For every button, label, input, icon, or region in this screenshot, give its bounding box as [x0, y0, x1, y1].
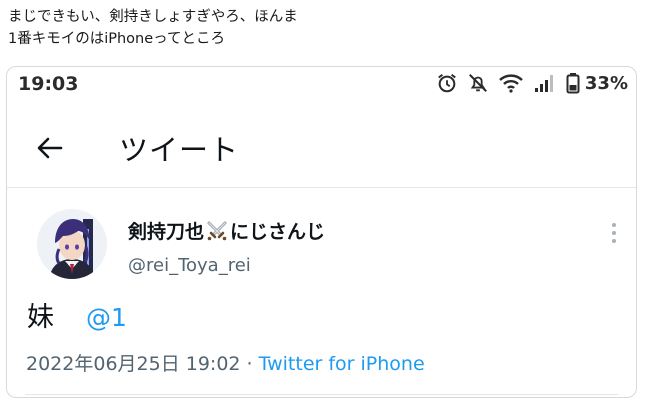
author-handle[interactable]: @rei_Toya_rei [128, 255, 251, 276]
tweet-meta: 2022年06月25日 19:02 · Twitter for iPhone [26, 349, 425, 376]
avatar-image [37, 209, 107, 279]
status-icons: 33% [436, 72, 628, 94]
caption-line-1: まじできもい、剣持きしょすぎやろ、ほんま [8, 9, 298, 25]
crossed-swords-icon [207, 221, 227, 240]
battery-icon [566, 73, 580, 94]
status-bar: 19:03 33% [7, 67, 636, 103]
tweet-text: 妹 [27, 302, 54, 333]
display-name[interactable]: 剣持刀也 [128, 217, 204, 244]
more-options-icon[interactable] [610, 221, 618, 245]
mention-link[interactable]: @1 [86, 303, 127, 332]
tweet-timestamp[interactable]: 2022年06月25日 19:02 [26, 353, 241, 375]
signal-icon [534, 75, 553, 92]
caption-line-2: 1番キモイのはiPhoneってところ [8, 31, 225, 47]
arrow-left-icon[interactable] [35, 133, 65, 163]
status-time: 19:03 [18, 73, 79, 95]
page-header: ツイート [7, 105, 636, 188]
tweet: 剣持刀也 にじさんじ @rei_Toya_rei 妹 @1 2022年06月25… [7, 189, 636, 397]
battery-percent: 33% [584, 72, 628, 94]
wifi-icon [499, 74, 523, 93]
page-title: ツイート [119, 133, 240, 167]
tweet-screenshot: 19:03 33% ツイート 剣持刀也 にじさんじ @rei_Toya_rei … [6, 66, 637, 398]
author-name-row[interactable]: 剣持刀也 にじさんじ [128, 217, 325, 244]
alarm-icon [438, 73, 456, 93]
avatar[interactable] [37, 209, 107, 279]
meta-separator: · [240, 353, 259, 375]
divider [25, 394, 618, 395]
mute-icon [468, 74, 487, 92]
display-name-suffix[interactable]: にじさんじ [230, 217, 325, 244]
post-caption: まじできもい、剣持きしょすぎやろ、ほんま 1番キモイのはiPhoneってところ [8, 6, 298, 50]
tweet-body: 妹 @1 [27, 295, 127, 334]
tweet-source-link[interactable]: Twitter for iPhone [259, 353, 425, 375]
